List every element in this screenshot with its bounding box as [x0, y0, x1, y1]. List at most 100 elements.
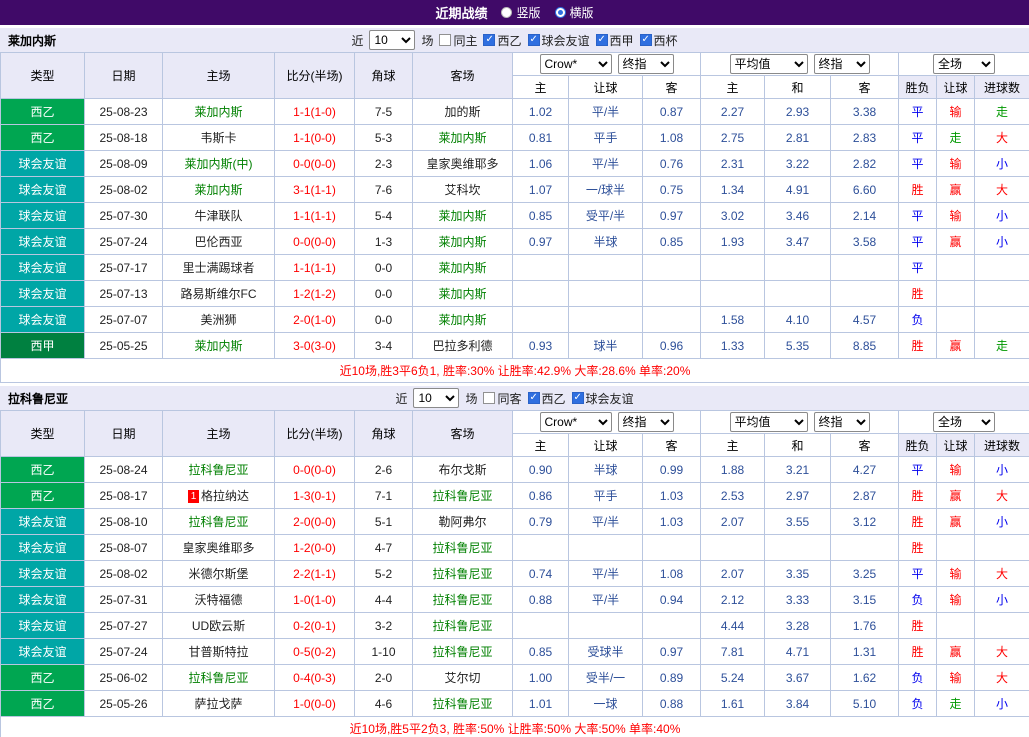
asian-home-odds: 0.90	[513, 457, 569, 483]
away-team-link[interactable]: 拉科鲁尼亚	[432, 593, 492, 607]
home-team-link[interactable]: 萨拉戈萨	[194, 697, 242, 711]
home-team-link[interactable]: 沃特福德	[194, 593, 242, 607]
league-type-cell: 球会友谊	[1, 177, 85, 203]
euro-away-odds	[831, 535, 899, 561]
league-filter-checkbox[interactable]	[528, 34, 540, 46]
home-team-link[interactable]: 莱加内斯	[194, 105, 242, 119]
away-team-link[interactable]: 拉科鲁尼亚	[432, 489, 492, 503]
euro-away-odds: 3.38	[831, 99, 899, 125]
odds-company-select[interactable]: Crow*	[540, 54, 612, 74]
radio-horizontal-label: 横版	[570, 4, 594, 21]
match-date: 25-07-17	[85, 255, 163, 281]
home-team-link[interactable]: 莱加内斯	[194, 183, 242, 197]
away-team-cell: 拉科鲁尼亚	[413, 613, 513, 639]
match-count-select[interactable]: 10	[369, 30, 415, 50]
asian-handicap: 半球	[569, 457, 643, 483]
away-team-link[interactable]: 拉科鲁尼亚	[432, 619, 492, 633]
euro-average-select[interactable]: 平均值	[730, 412, 808, 432]
away-team-link[interactable]: 艾尔切	[444, 671, 480, 685]
home-team-link[interactable]: 路易斯维尔FC	[181, 287, 257, 301]
euro-home-odds: 2.07	[701, 509, 765, 535]
asian-handicap: 一/球半	[569, 177, 643, 203]
home-team-link[interactable]: UD欧云斯	[192, 619, 245, 633]
away-team-link[interactable]: 莱加内斯	[438, 235, 486, 249]
home-team-link[interactable]: 莱加内斯(中)	[185, 157, 253, 171]
away-team-link[interactable]: 莱加内斯	[438, 131, 486, 145]
same-venue-checkbox[interactable]	[439, 34, 451, 46]
handicap-outcome: 输	[937, 561, 975, 587]
home-team-link[interactable]: 牛津联队	[194, 209, 242, 223]
match-date: 25-07-24	[85, 639, 163, 665]
home-team-link[interactable]: 皇家奥维耶多	[182, 541, 254, 555]
result-outcome: 胜	[899, 613, 937, 639]
home-team-link[interactable]: 甘普斯特拉	[188, 645, 248, 659]
col-header-handicap-result: 让球	[937, 434, 975, 457]
away-team-link[interactable]: 巴拉多利德	[432, 339, 492, 353]
col-header-date: 日期	[85, 411, 163, 457]
asian-odds-type-select[interactable]: 终指	[618, 412, 674, 432]
home-team-link[interactable]: 格拉纳达	[201, 489, 249, 503]
away-team-link[interactable]: 莱加内斯	[438, 209, 486, 223]
match-date: 25-07-07	[85, 307, 163, 333]
asian-home-odds: 0.88	[513, 587, 569, 613]
league-filter-checkbox[interactable]	[528, 392, 540, 404]
goals-outcome	[975, 307, 1029, 333]
handicap-outcome: 输	[937, 151, 975, 177]
league-filter-checkbox[interactable]	[483, 34, 495, 46]
home-team-link[interactable]: 巴伦西亚	[194, 235, 242, 249]
away-team-link[interactable]: 拉科鲁尼亚	[432, 697, 492, 711]
team-name: 拉科鲁尼亚	[8, 390, 68, 407]
league-filter-checkbox[interactable]	[572, 392, 584, 404]
match-count-select[interactable]: 10	[413, 388, 459, 408]
league-type-cell: 球会友谊	[1, 151, 85, 177]
away-team-link[interactable]: 拉科鲁尼亚	[432, 541, 492, 555]
asian-away-odds: 0.94	[643, 587, 701, 613]
league-filter-checkbox[interactable]	[596, 34, 608, 46]
home-team-link[interactable]: 美洲狮	[200, 313, 236, 327]
euro-draw-odds	[765, 535, 831, 561]
scope-select[interactable]: 全场	[933, 54, 995, 74]
league-filter-checkbox[interactable]	[640, 34, 652, 46]
away-team-link[interactable]: 加的斯	[444, 105, 480, 119]
home-team-link[interactable]: 韦斯卡	[200, 131, 236, 145]
home-team-link[interactable]: 米德尔斯堡	[188, 567, 248, 581]
away-team-link[interactable]: 莱加内斯	[438, 261, 486, 275]
euro-odds-type-select[interactable]: 终指	[814, 54, 870, 74]
euro-draw-odds: 3.47	[765, 229, 831, 255]
home-team-link[interactable]: 拉科鲁尼亚	[188, 463, 248, 477]
away-team-link[interactable]: 布尔戈斯	[438, 463, 486, 477]
league-filter-label: 球会友谊	[542, 32, 590, 49]
euro-average-select[interactable]: 平均值	[730, 54, 808, 74]
handicap-outcome: 输	[937, 665, 975, 691]
away-team-link[interactable]: 莱加内斯	[438, 313, 486, 327]
away-team-link[interactable]: 勒阿弗尔	[438, 515, 486, 529]
euro-home-odds: 2.53	[701, 483, 765, 509]
home-team-link[interactable]: 莱加内斯	[194, 339, 242, 353]
layout-option-vertical[interactable]: 竖版	[501, 4, 540, 21]
same-venue-checkbox[interactable]	[483, 392, 495, 404]
home-team-cell: 路易斯维尔FC	[163, 281, 275, 307]
away-team-cell: 艾尔切	[413, 665, 513, 691]
away-team-link[interactable]: 拉科鲁尼亚	[432, 567, 492, 581]
away-team-link[interactable]: 艾科坎	[444, 183, 480, 197]
away-team-link[interactable]: 莱加内斯	[438, 287, 486, 301]
euro-home-odds: 1.58	[701, 307, 765, 333]
score-cell: 0-5(0-2)	[275, 639, 355, 665]
radio-vertical-icon[interactable]	[501, 7, 512, 18]
layout-option-horizontal[interactable]: 横版	[555, 4, 594, 21]
euro-home-odds	[701, 281, 765, 307]
match-row: 球会友谊25-07-24巴伦西亚0-0(0-0)1-3莱加内斯0.97半球0.8…	[1, 229, 1029, 255]
home-team-link[interactable]: 里士满踢球者	[182, 261, 254, 275]
away-team-link[interactable]: 拉科鲁尼亚	[432, 645, 492, 659]
league-type-cell: 球会友谊	[1, 229, 85, 255]
euro-odds-type-select[interactable]: 终指	[814, 412, 870, 432]
odds-company-select[interactable]: Crow*	[540, 412, 612, 432]
radio-horizontal-icon[interactable]	[555, 7, 566, 18]
asian-odds-type-select[interactable]: 终指	[618, 54, 674, 74]
home-team-link[interactable]: 拉科鲁尼亚	[188, 671, 248, 685]
away-team-link[interactable]: 皇家奥维耶多	[426, 157, 498, 171]
scope-select[interactable]: 全场	[933, 412, 995, 432]
asian-handicap	[569, 613, 643, 639]
home-team-link[interactable]: 拉科鲁尼亚	[188, 515, 248, 529]
home-team-cell: 拉科鲁尼亚	[163, 509, 275, 535]
